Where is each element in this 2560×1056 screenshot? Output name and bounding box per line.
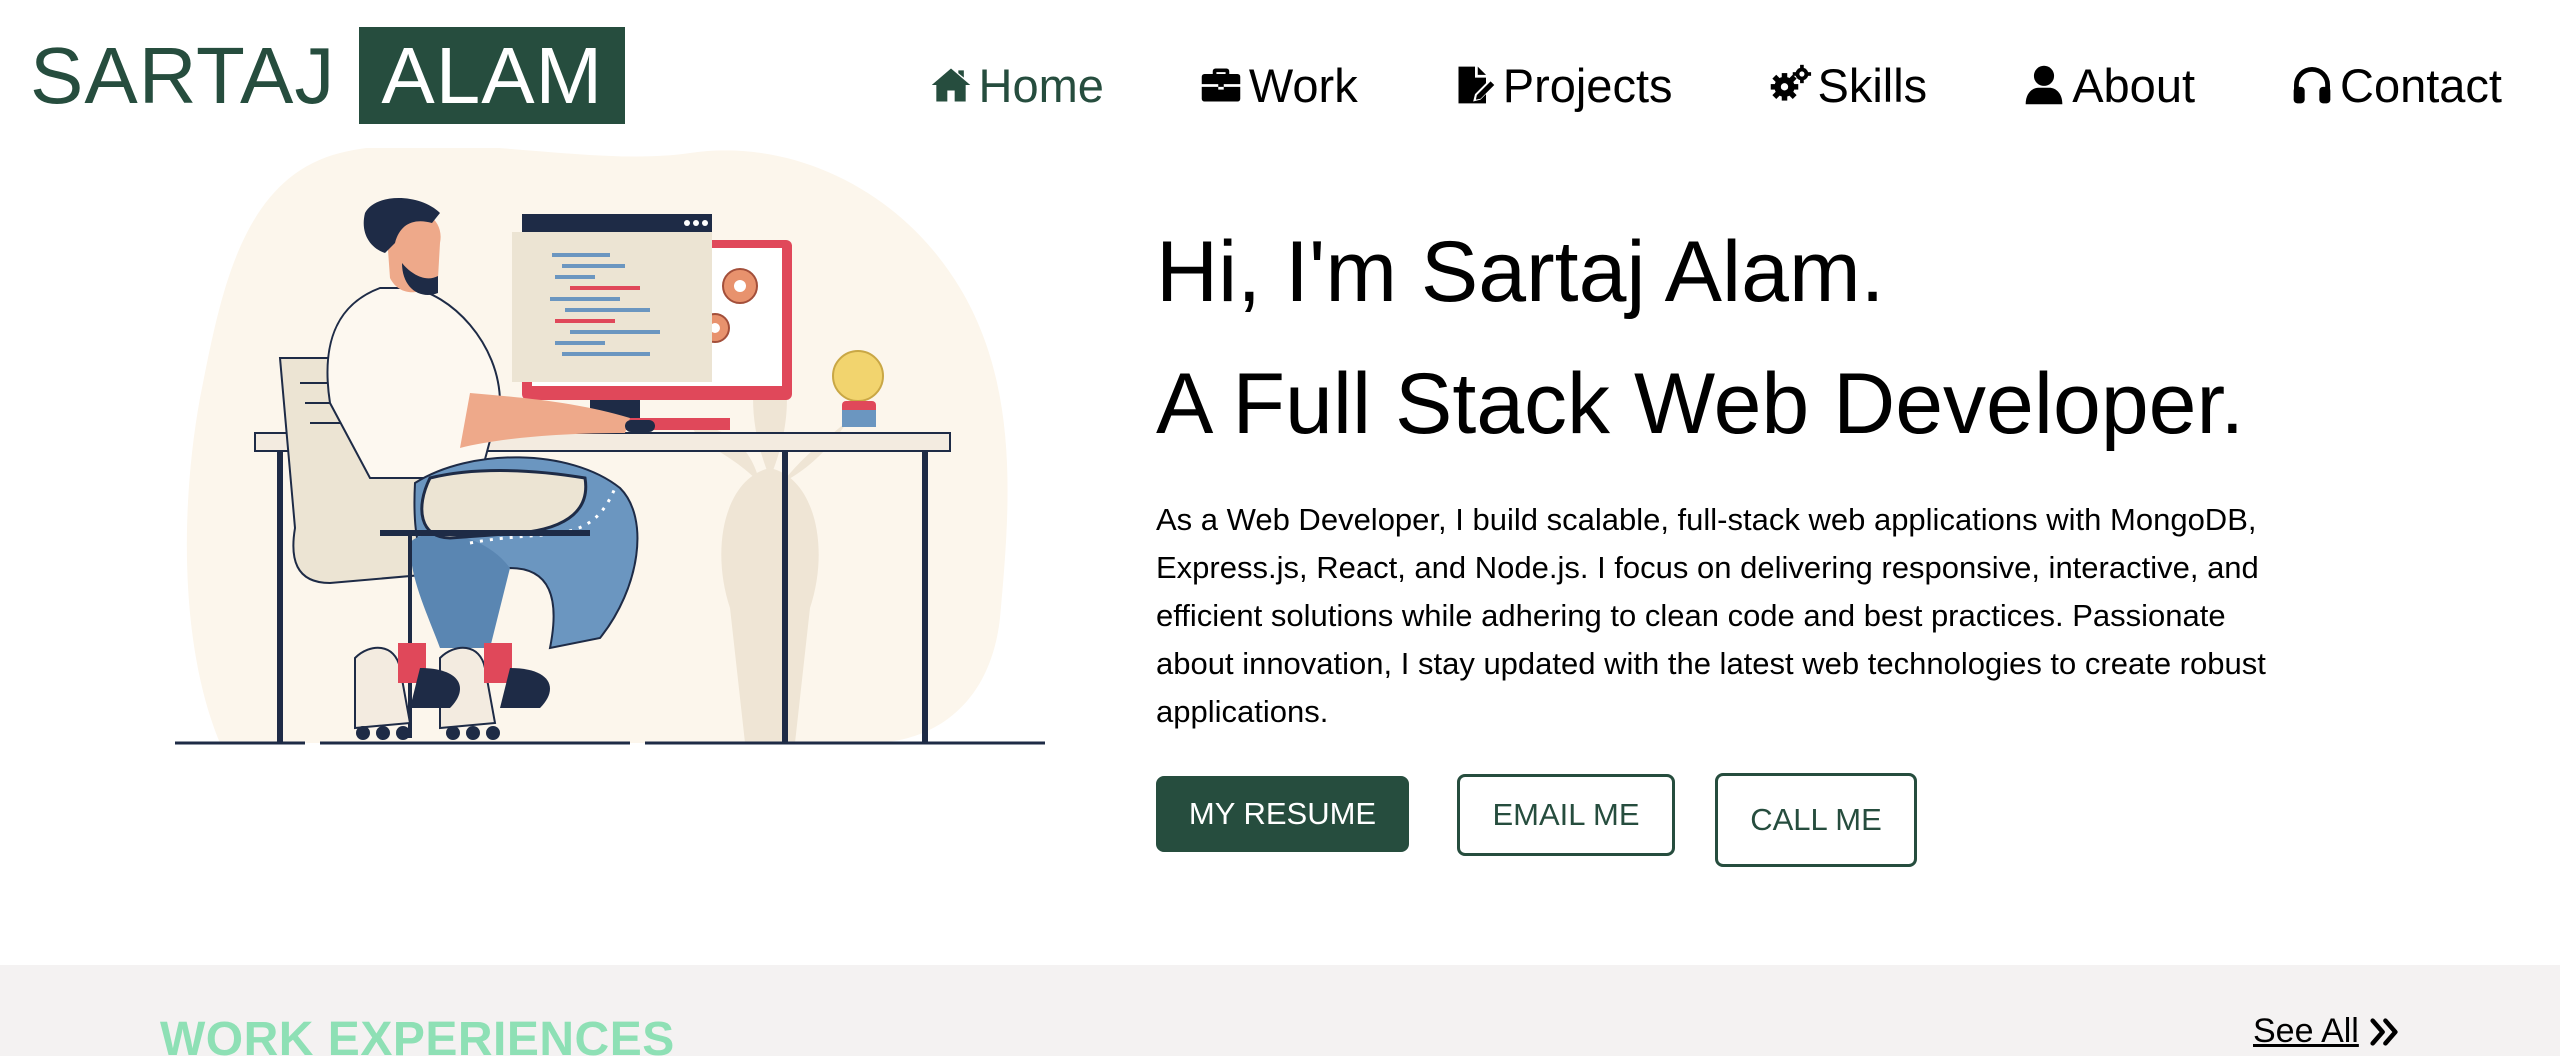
site-header: SARTAJ ALAM Home Work Projects Skills Ab… — [0, 0, 2560, 150]
briefcase-icon — [1198, 62, 1244, 108]
work-section-title: WORK EXPERIENCES — [160, 1013, 675, 1056]
double-chevron-right-icon — [2370, 1017, 2398, 1046]
hero-title: Hi, I'm Sartaj Alam. — [1156, 224, 1885, 320]
nav-label-contact: Contact — [2340, 58, 2502, 112]
logo-last-name: ALAM — [359, 27, 626, 124]
nav-label-home: Home — [978, 58, 1104, 112]
nav-label-about: About — [2072, 58, 2196, 112]
email-button[interactable]: EMAIL ME — [1457, 774, 1675, 856]
nav-item-skills[interactable]: Skills — [1767, 58, 1928, 113]
hero-text: Hi, I'm Sartaj Alam. A Full Stack Web De… — [1156, 222, 2376, 736]
file-signature-icon — [1452, 62, 1498, 108]
nav-label-skills: Skills — [1817, 58, 1928, 112]
user-icon — [2021, 62, 2067, 108]
headphones-icon — [2289, 62, 2335, 108]
nav-item-contact[interactable]: Contact — [2289, 58, 2502, 113]
see-all-label: See All — [2253, 1012, 2359, 1050]
developer-illustration — [175, 148, 1045, 745]
gears-icon — [1767, 62, 1813, 108]
nav-item-home[interactable]: Home — [928, 58, 1104, 113]
nav-label-work: Work — [1248, 58, 1358, 112]
nav-item-projects[interactable]: Projects — [1452, 58, 1673, 113]
call-button[interactable]: CALL ME — [1715, 773, 1917, 867]
main-nav: Home Work Projects Skills About Contact — [928, 45, 2502, 125]
logo-first-name: SARTAJ — [30, 31, 336, 120]
resume-button[interactable]: MY RESUME — [1156, 776, 1409, 852]
hero-buttons: MY RESUME EMAIL ME CALL ME — [1156, 773, 1917, 870]
see-all-link[interactable]: See All — [2253, 1012, 2401, 1051]
nav-item-work[interactable]: Work — [1198, 58, 1358, 113]
work-section: WORK EXPERIENCES See All — [0, 965, 2560, 1056]
nav-item-about[interactable]: About — [2021, 58, 2195, 113]
site-logo[interactable]: SARTAJ ALAM — [30, 27, 626, 124]
hero-subtitle: A Full Stack Web Developer. — [1156, 356, 2245, 452]
hero-description: As a Web Developer, I build scalable, fu… — [1156, 502, 2266, 729]
nav-label-projects: Projects — [1502, 58, 1673, 112]
home-icon — [928, 62, 974, 108]
